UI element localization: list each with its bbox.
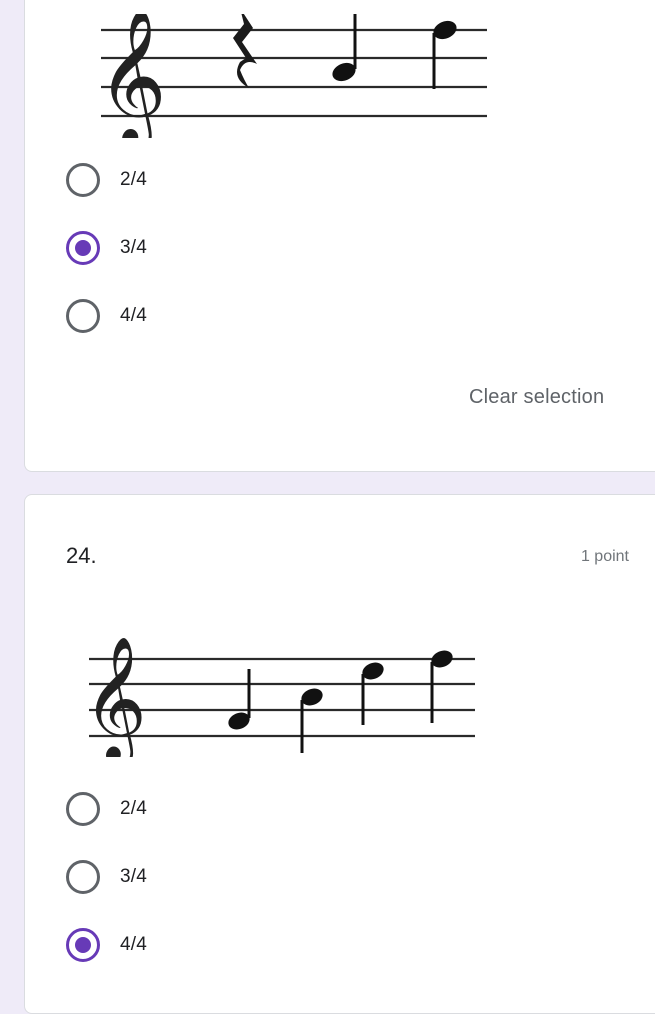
question-card-24: 24. 1 point 𝄞 2/4 3/4 4/4 bbox=[24, 494, 655, 1014]
points-label: 1 point bbox=[580, 548, 629, 565]
option-label: 3/4 bbox=[120, 866, 148, 887]
option-3-4[interactable]: 3/4 bbox=[66, 230, 147, 266]
option-3-4[interactable]: 3/4 bbox=[66, 859, 147, 895]
radio-button-selected[interactable] bbox=[66, 928, 100, 962]
clear-selection-button[interactable]: Clear selection bbox=[469, 386, 604, 409]
option-label: 4/4 bbox=[120, 305, 148, 326]
treble-clef-icon: 𝄞 bbox=[99, 14, 167, 138]
quarter-rest-icon bbox=[233, 14, 257, 88]
radio-button[interactable] bbox=[66, 792, 100, 826]
music-staff-image: 𝄞 bbox=[99, 14, 487, 138]
option-4-4[interactable]: 4/4 bbox=[66, 927, 147, 963]
option-2-4[interactable]: 2/4 bbox=[66, 162, 147, 198]
option-label: 4/4 bbox=[120, 934, 148, 955]
treble-clef-icon: 𝄞 bbox=[87, 637, 147, 757]
question-number: 24. bbox=[66, 543, 97, 568]
radio-button[interactable] bbox=[66, 860, 100, 894]
option-label: 2/4 bbox=[120, 798, 148, 819]
radio-button[interactable] bbox=[66, 299, 100, 333]
option-2-4[interactable]: 2/4 bbox=[66, 791, 147, 827]
question-card-23: 𝄞 2/4 3/4 4/4 Clear selection bbox=[24, 0, 655, 472]
option-label: 3/4 bbox=[120, 237, 148, 258]
radio-button-selected[interactable] bbox=[66, 231, 100, 265]
radio-button[interactable] bbox=[66, 163, 100, 197]
music-staff-image: 𝄞 bbox=[87, 637, 475, 757]
option-label: 2/4 bbox=[120, 169, 148, 190]
option-4-4[interactable]: 4/4 bbox=[66, 298, 147, 334]
